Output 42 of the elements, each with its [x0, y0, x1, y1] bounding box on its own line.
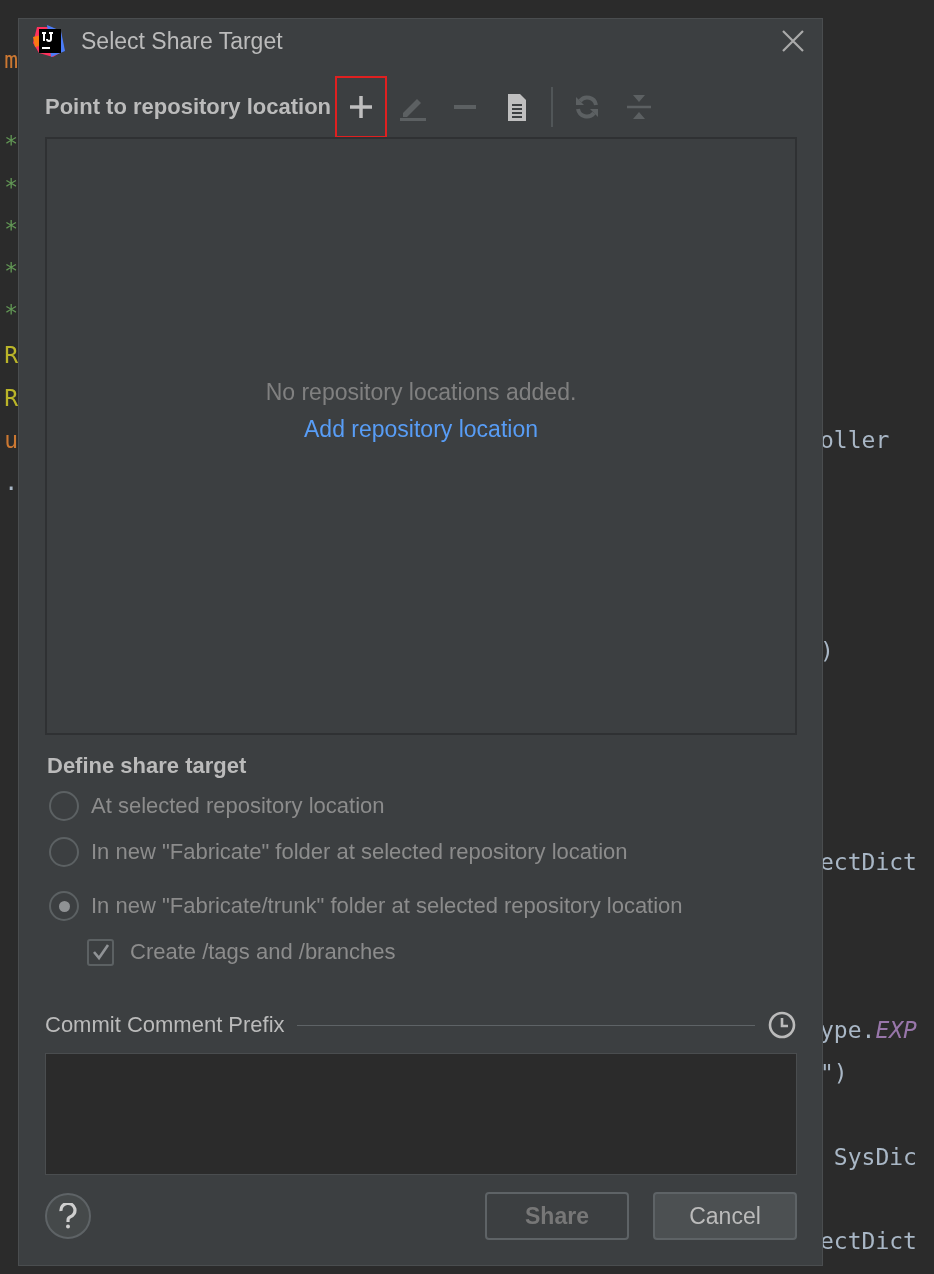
code-text: ): [820, 637, 834, 664]
code-text: *: [4, 258, 18, 285]
code-text: *: [4, 131, 18, 158]
help-button[interactable]: [45, 1193, 91, 1239]
code-text: EXP: [875, 1017, 917, 1044]
close-icon: [780, 28, 806, 54]
code-text: oller: [820, 426, 890, 453]
radio-label: In new "Fabricate" folder at selected repository location: [91, 839, 628, 865]
history-button[interactable]: [767, 1010, 797, 1040]
code-text: m: [4, 47, 18, 74]
cancel-button[interactable]: Cancel: [653, 1192, 797, 1240]
document-icon: [507, 93, 527, 121]
add-location-link[interactable]: Add repository location: [304, 416, 538, 443]
code-text: SysDic: [832, 1143, 917, 1170]
window-title: Select Share Target: [81, 27, 284, 55]
checkbox-label: Create /tags and /branches: [130, 939, 396, 965]
minus-icon: [454, 105, 476, 109]
clock-icon: [767, 1010, 797, 1040]
code-text: *: [4, 300, 18, 327]
refresh-icon: [574, 94, 600, 120]
code-text: ectDict: [820, 1228, 917, 1255]
radio-label: In new "Fabricate/trunk" folder at selected repository location: [91, 893, 683, 919]
section-label: Point to repository location: [45, 94, 331, 120]
question-mark-icon: [57, 1203, 79, 1229]
checkmark-icon: [90, 942, 111, 962]
code-text: R: [4, 384, 18, 411]
radio-label: At selected repository location: [91, 793, 385, 819]
plus-icon: [350, 96, 372, 118]
code-text: "): [820, 1059, 848, 1086]
code-text: *: [4, 215, 18, 242]
section-heading: Define share target: [47, 753, 248, 779]
code-text: .: [4, 468, 18, 495]
comment-field[interactable]: [45, 1053, 797, 1175]
code-text: R: [4, 342, 18, 369]
code-text: ype.: [820, 1017, 876, 1044]
code-text: ectDict: [820, 848, 917, 875]
code-text: *: [4, 173, 18, 200]
code-text: u: [4, 426, 18, 453]
empty-message: No repository locations added.: [265, 379, 577, 406]
collapse-icon: [626, 94, 652, 120]
field-label: Commit Comment Prefix: [45, 1012, 285, 1038]
app-logo-icon: [31, 23, 67, 59]
